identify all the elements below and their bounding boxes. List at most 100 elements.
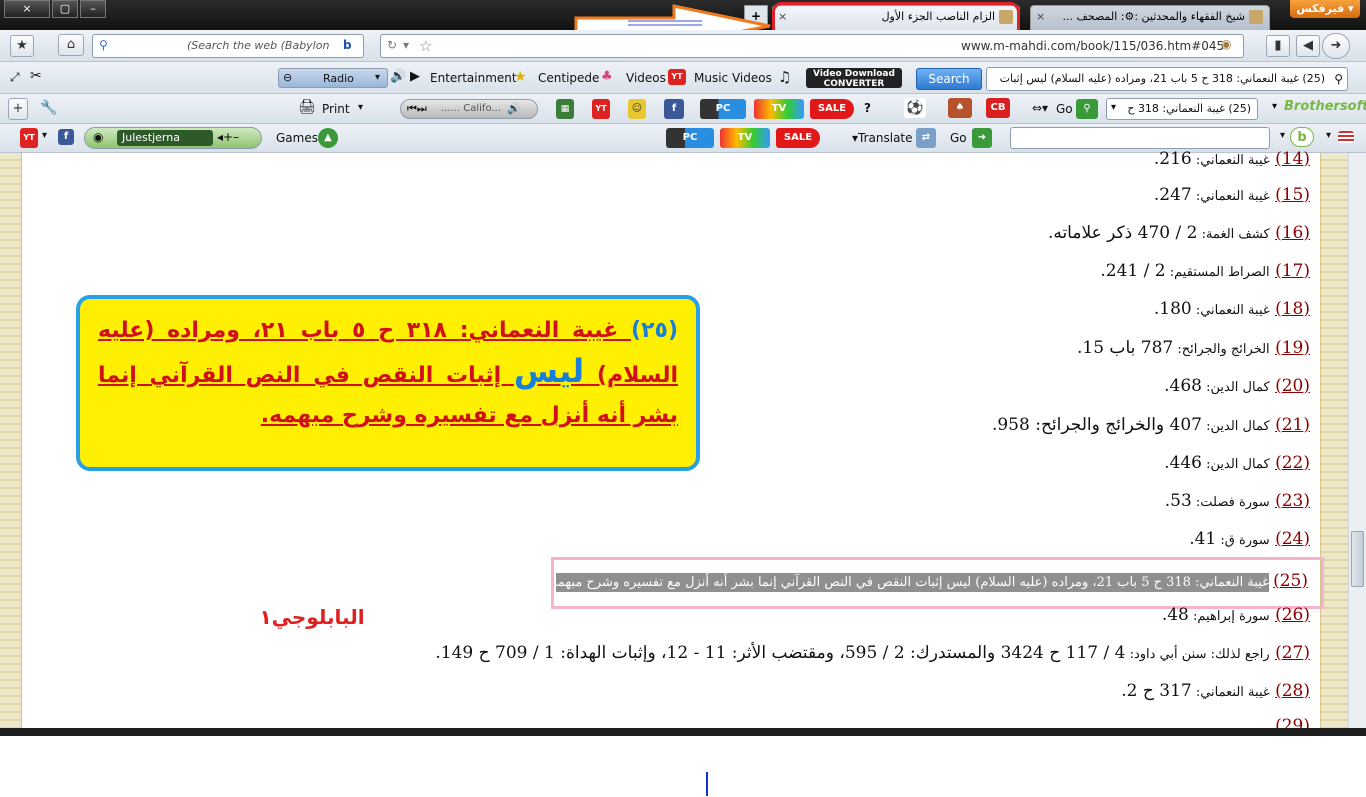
wrench-icon[interactable]: 🔧 bbox=[40, 100, 57, 116]
radio-selector[interactable]: ⊖ Radio ▾ bbox=[278, 68, 388, 88]
close-tab-icon[interactable]: × bbox=[1036, 6, 1045, 28]
go-button[interactable]: Go bbox=[950, 131, 967, 145]
cards-icon[interactable]: ♠ bbox=[948, 98, 972, 118]
minimize-window-button[interactable]: – bbox=[80, 0, 106, 18]
go-arrow-icon[interactable]: ➜ bbox=[972, 128, 992, 148]
quote-callout-box: (٢٥) غيبة النعماني: ٣١٨ ح ٥ باب ٢١، ومرا… bbox=[76, 295, 700, 471]
chevron-down-icon[interactable]: ▾ bbox=[1280, 130, 1285, 141]
games-arrow-icon[interactable]: ▲ bbox=[318, 128, 338, 148]
babylon-icon[interactable]: b bbox=[343, 38, 352, 52]
printer-icon[interactable]: 🖨 bbox=[298, 99, 316, 115]
brothersoft-icon[interactable]: b bbox=[1290, 127, 1314, 147]
radio-icon: ⊖ bbox=[283, 71, 293, 84]
chevron-down-icon[interactable]: ▾ bbox=[42, 130, 47, 141]
youtube-icon[interactable]: YT bbox=[592, 99, 610, 119]
footnote-item: (21) كمال الدين: 407 والخرائج والجرائح: … bbox=[991, 415, 1310, 435]
search-box[interactable]: ⚲ (Search the web (Babylon b bbox=[92, 34, 364, 58]
close-window-button[interactable]: × bbox=[4, 0, 50, 18]
youtube-icon[interactable]: YT bbox=[20, 128, 38, 148]
search-icon: ⚲ bbox=[99, 38, 108, 52]
search-go-icon[interactable]: ⚲ bbox=[1076, 99, 1098, 119]
chevron-down-icon[interactable]: ▾ bbox=[358, 102, 363, 113]
footnote-item: (14) غيبة النعماني: 216. bbox=[1153, 149, 1310, 169]
zoom-controls-icon[interactable]: ◂+– bbox=[217, 130, 239, 144]
tv-button[interactable]: TV bbox=[754, 99, 804, 119]
music-videos-link[interactable]: Music Videos bbox=[694, 71, 772, 85]
user-widget[interactable]: ◉ Julestjerna ◂+– bbox=[84, 127, 262, 149]
sale-tag-button[interactable]: SALE bbox=[810, 99, 854, 119]
media-title: ...... Califo... bbox=[441, 103, 501, 114]
help-button[interactable]: ? bbox=[864, 101, 871, 115]
dropdown-arrow-icon[interactable]: ▾ bbox=[403, 38, 409, 52]
tab-title: شيخ الفقهاء والمحدثين :⚙: المصحف ... bbox=[1062, 10, 1245, 23]
url-text[interactable]: www.m-mahdi.com/book/115/036.htm#045 bbox=[961, 39, 1224, 53]
search-input[interactable]: (Search the web (Babylon bbox=[187, 39, 329, 52]
footnote-item: (28) غيبة النعماني: 317 ح 2. bbox=[1121, 681, 1310, 701]
tools-icon[interactable]: ✂ bbox=[30, 68, 42, 84]
go-button[interactable]: Go bbox=[1056, 102, 1073, 116]
centipede-link[interactable]: Centipede bbox=[538, 71, 599, 85]
cb-button[interactable]: CB bbox=[986, 98, 1010, 118]
site-identity-icon[interactable]: ◉ bbox=[1221, 37, 1231, 51]
soccer-ball-icon[interactable]: ⚽ bbox=[904, 98, 926, 118]
stats-icon[interactable]: ▮ bbox=[1266, 35, 1290, 57]
page-favicon bbox=[1249, 10, 1263, 24]
chevron-down-icon[interactable]: ▾ bbox=[1326, 130, 1331, 141]
footnote-item: (20) كمال الدين: 468. bbox=[1164, 376, 1310, 396]
reload-icon[interactable]: ↻ bbox=[387, 38, 397, 52]
tv-button[interactable]: TV bbox=[720, 128, 770, 148]
fullscreen-icon[interactable]: ⤢ bbox=[10, 70, 20, 85]
maximize-window-button[interactable]: ▢ bbox=[52, 0, 78, 18]
translate-button[interactable]: ▾Translate bbox=[852, 131, 913, 145]
play-icon[interactable]: ▶ bbox=[410, 69, 420, 84]
media-controls-icon[interactable]: ⏮⏭ bbox=[407, 102, 427, 116]
pc-speed-button[interactable]: PC bbox=[666, 128, 714, 148]
vertical-scrollbar[interactable] bbox=[1348, 153, 1366, 728]
scroll-thumb[interactable] bbox=[1351, 531, 1364, 587]
page-content: (14) غيبة النعماني: 216. (15) غيبة النعم… bbox=[0, 149, 1366, 736]
print-button[interactable]: Print bbox=[322, 102, 350, 116]
arrows-icon[interactable]: ⇔▾ bbox=[1032, 101, 1048, 115]
back-icon[interactable]: ➜ bbox=[1322, 33, 1350, 59]
translate-input[interactable] bbox=[1010, 127, 1270, 149]
grid-app-icon[interactable]: ▦ bbox=[556, 99, 574, 119]
media-player[interactable]: ⏮⏭ ...... Califo... 🔊 bbox=[400, 99, 538, 119]
video-converter-button[interactable]: Video Download CONVERTER bbox=[806, 68, 902, 89]
bookmark-star-icon[interactable]: ☆ bbox=[419, 37, 432, 55]
facebook-icon[interactable]: f bbox=[664, 99, 684, 119]
author-signature: البابلوجي١ bbox=[259, 605, 365, 629]
selection-highlight-annotation bbox=[551, 557, 1324, 609]
chevron-down-icon: ▾ bbox=[375, 72, 381, 83]
brothersoft-toolbar: + 🔧 🖨 Print ▾ ⏮⏭ ...... Califo... 🔊 ▦ YT… bbox=[0, 94, 1366, 124]
home-icon[interactable]: ⌂ bbox=[58, 34, 84, 56]
volume-icon[interactable]: 🔊 bbox=[507, 102, 521, 115]
youtube-icon: YT bbox=[668, 69, 686, 85]
url-bar[interactable]: ↻ ▾ ☆ www.m-mahdi.com/book/115/036.htm#0… bbox=[380, 34, 1244, 58]
translate-icon[interactable]: ⇄ bbox=[916, 128, 936, 148]
search-icon: ⚲ bbox=[1334, 72, 1343, 86]
chat-icon[interactable]: ☺ bbox=[628, 99, 646, 119]
us-flag-icon[interactable] bbox=[1338, 131, 1354, 143]
chevron-down-icon: ▾ bbox=[1111, 102, 1117, 113]
right-border-decoration bbox=[1320, 153, 1348, 728]
entertainment-link[interactable]: Entertainment bbox=[430, 71, 517, 85]
radio-label: Radio bbox=[323, 72, 354, 85]
taskbar-edge bbox=[0, 728, 1366, 736]
add-icon[interactable]: + bbox=[8, 98, 28, 120]
bookmarks-icon[interactable]: ★ bbox=[10, 35, 34, 57]
videos-link[interactable]: Videos bbox=[626, 71, 666, 85]
volume-icon[interactable]: 🔊 bbox=[390, 69, 406, 84]
firefox-menu-button[interactable]: فيرفكس ▾ bbox=[1290, 0, 1360, 18]
brothersoft-search-dropdown[interactable]: (25) غيبة النعماني: 318 ح ▾ bbox=[1106, 98, 1258, 120]
footnote-item: (24) سورة ق: 41. bbox=[1189, 529, 1310, 549]
toolbar-search-input[interactable]: ⚲ (25) غيبة النعماني: 318 ح 5 باب 21، وم… bbox=[986, 67, 1348, 91]
games-link[interactable]: Games bbox=[276, 131, 318, 145]
pc-speed-button[interactable]: PC bbox=[700, 99, 746, 119]
brothersoft-logo: Brothersoft bbox=[1284, 99, 1366, 114]
facebook-icon[interactable]: f bbox=[58, 129, 74, 145]
tab-inactive[interactable]: شيخ الفقهاء والمحدثين :⚙: المصحف ... × bbox=[1030, 5, 1270, 30]
sale-tag-button[interactable]: SALE bbox=[776, 128, 820, 148]
forward-icon[interactable]: ◀ bbox=[1296, 35, 1320, 57]
search-button[interactable]: Search bbox=[916, 68, 982, 90]
chevron-down-icon[interactable]: ▾ bbox=[1272, 101, 1277, 112]
